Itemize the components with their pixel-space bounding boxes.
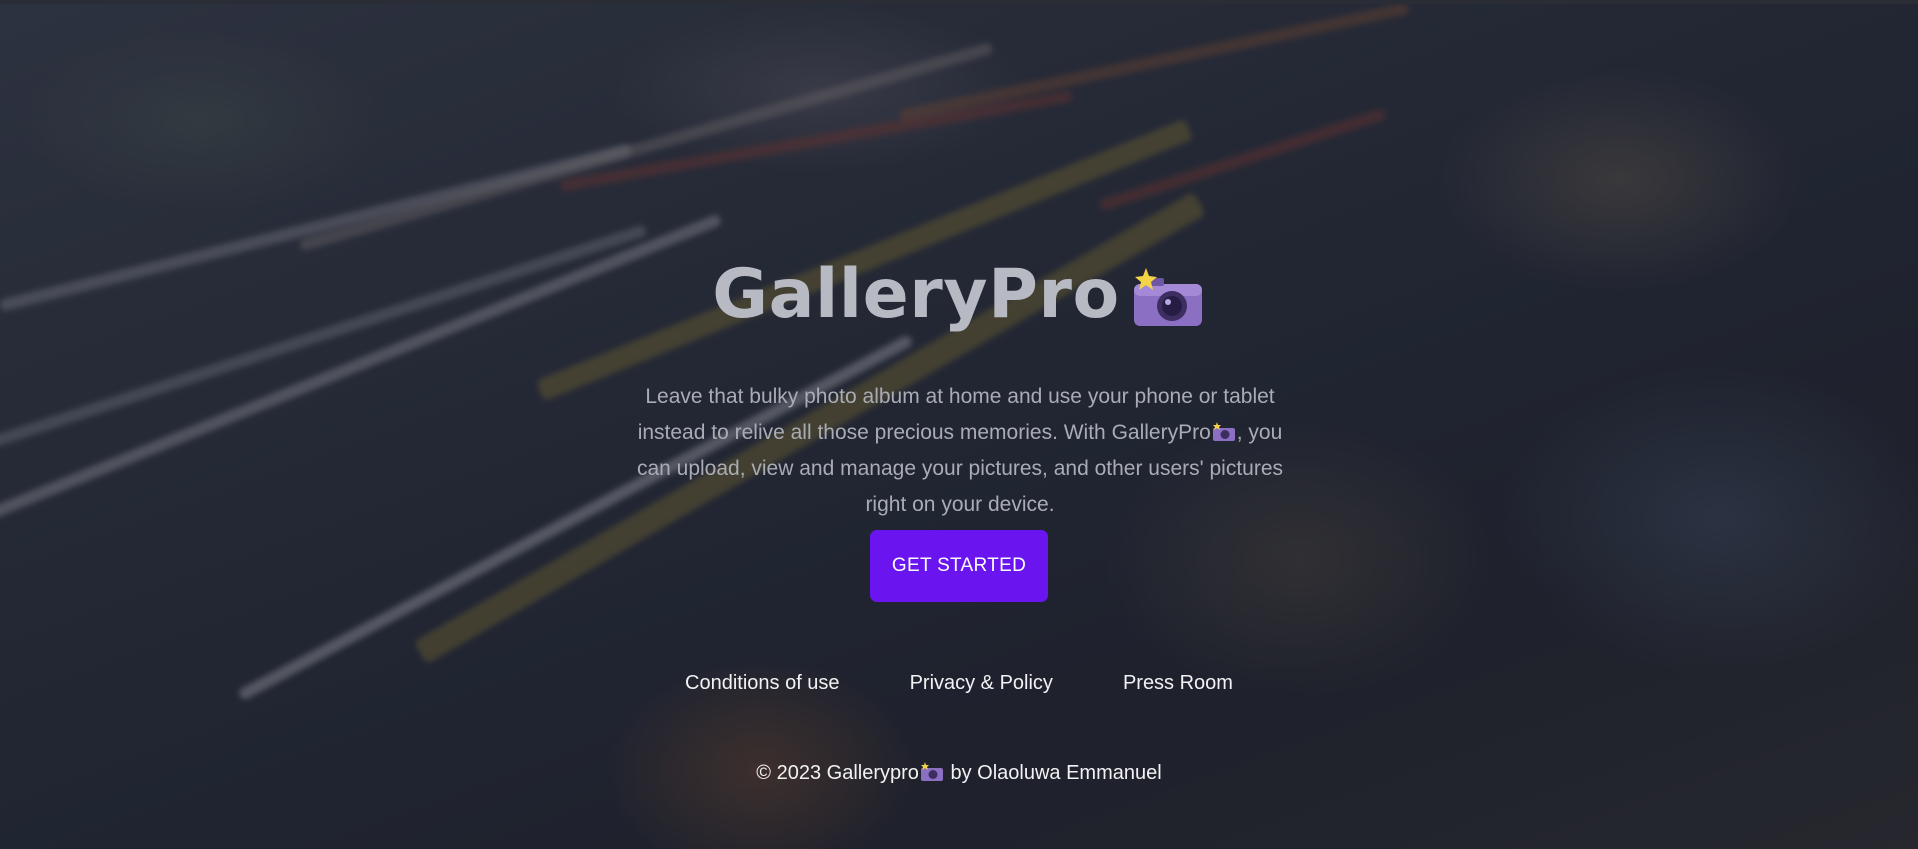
hero-content: GalleryPro Leave that bulky photo album … — [0, 0, 1918, 849]
copyright-suffix: by Olaoluwa Emmanuel — [950, 762, 1162, 784]
privacy-policy-link[interactable]: Privacy & Policy — [910, 672, 1053, 695]
hero-section: GalleryPro Leave that bulky photo album … — [0, 0, 1918, 849]
copyright-prefix: © 2023 Gallerypro — [756, 762, 919, 784]
page-title: GalleryPro — [712, 255, 1120, 334]
get-started-button[interactable]: GET STARTED — [870, 530, 1048, 602]
description-text-part1: Leave that bulky photo album at home and… — [637, 385, 1275, 444]
camera-with-flash-icon — [1212, 422, 1235, 441]
copyright: © 2023 Gallerypro by Olaoluwa Emmanuel — [0, 762, 1918, 785]
hero-description: Leave that bulky photo album at home and… — [620, 379, 1300, 523]
title-row: GalleryPro — [0, 255, 1918, 334]
press-room-link[interactable]: Press Room — [1123, 672, 1233, 695]
camera-with-flash-icon — [1133, 267, 1202, 326]
camera-with-flash-icon — [920, 762, 943, 781]
footer-nav: Conditions of use Privacy & Policy Press… — [0, 672, 1918, 695]
conditions-of-use-link[interactable]: Conditions of use — [685, 672, 840, 695]
